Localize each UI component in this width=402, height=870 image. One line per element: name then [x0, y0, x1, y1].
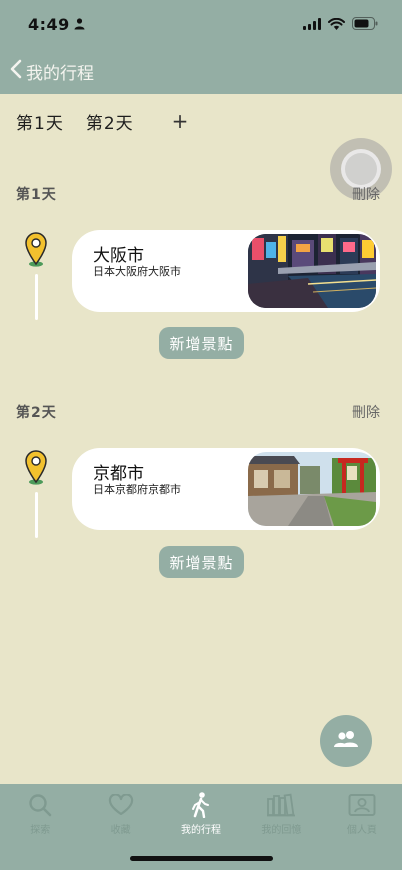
walking-icon	[191, 791, 211, 819]
signal-icon	[303, 15, 321, 34]
map-pin-icon	[24, 450, 48, 490]
status-time: 4:49	[28, 14, 70, 34]
spot-card-osaka[interactable]: 大阪市 日本大阪府大阪市	[72, 230, 380, 312]
tab-day-2[interactable]: 第2天	[86, 109, 134, 134]
back-button[interactable]: 我的行程	[10, 59, 94, 84]
day-1-timeline	[24, 232, 48, 324]
add-day-button[interactable]: +	[172, 109, 189, 133]
group-members-button[interactable]	[320, 715, 372, 767]
day-tabs: 第1天 第2天 +	[16, 104, 188, 138]
day-2-add-spot-button[interactable]: 新增景點	[159, 546, 244, 578]
home-indicator[interactable]	[130, 856, 273, 861]
search-icon	[28, 791, 52, 819]
chevron-left-icon	[10, 59, 22, 83]
tab-label: 我的回憶	[261, 825, 302, 836]
status-left: 4:49	[28, 15, 85, 34]
status-icons	[303, 15, 378, 34]
tab-profile[interactable]: 個人頁	[322, 784, 402, 870]
profile-icon	[348, 791, 376, 819]
day-1-delete-button[interactable]: 刪除	[352, 184, 380, 204]
day-2-header: 第2天 刪除	[16, 402, 380, 422]
heart-icon	[108, 791, 134, 819]
person-icon	[74, 15, 85, 34]
assistive-touch-inner	[341, 149, 381, 189]
nav-bar: 我的行程	[0, 48, 402, 94]
spot-photo-kyoto	[248, 452, 376, 526]
tab-label: 個人頁	[346, 825, 377, 836]
day-2-delete-button[interactable]: 刪除	[352, 402, 380, 422]
day-1-header: 第1天 刪除	[16, 184, 380, 204]
timeline-line	[35, 274, 38, 320]
status-bar: 4:49	[0, 0, 402, 48]
day-1-title: 第1天	[16, 187, 57, 203]
spot-card-kyoto[interactable]: 京都市 日本京都府京都市	[72, 448, 380, 530]
page-title: 我的行程	[26, 63, 94, 84]
wifi-icon	[328, 15, 345, 34]
spot-address: 日本京都府京都市	[93, 483, 181, 496]
day-2-title: 第2天	[16, 405, 57, 421]
tab-explore[interactable]: 探索	[0, 784, 80, 870]
tab-label: 收藏	[110, 825, 131, 836]
books-icon	[266, 791, 296, 819]
spot-address: 日本大阪府大阪市	[93, 265, 181, 278]
day-1-add-spot-button[interactable]: 新增景點	[159, 327, 244, 359]
spot-photo-osaka	[248, 234, 376, 308]
tab-day-1[interactable]: 第1天	[16, 109, 64, 134]
group-icon	[333, 730, 359, 752]
tab-label: 探索	[30, 825, 51, 836]
map-pin-icon	[24, 232, 48, 272]
battery-icon	[352, 15, 378, 34]
timeline-line	[35, 492, 38, 538]
day-2-timeline	[24, 450, 48, 542]
tab-label: 我的行程	[181, 825, 222, 836]
